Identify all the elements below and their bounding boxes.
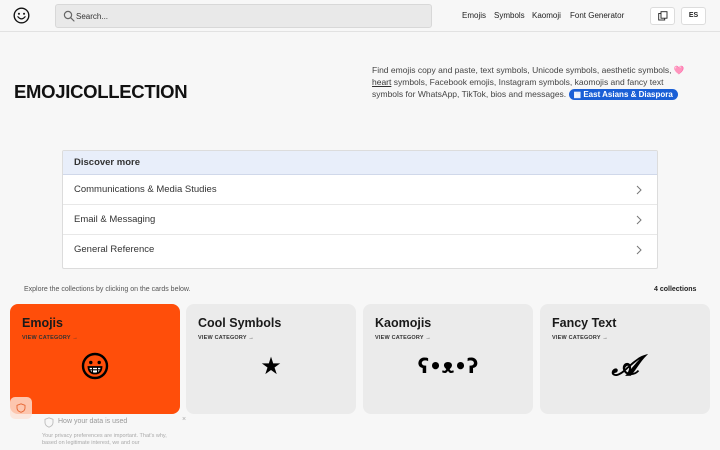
discover-more-title: Discover more	[63, 151, 657, 175]
shield-icon	[16, 403, 26, 413]
card-emojis[interactable]: Emojis VIEW CATEGORY →	[10, 304, 180, 414]
close-icon[interactable]: ×	[182, 416, 186, 423]
discover-item-label: Email & Messaging	[74, 214, 156, 225]
card-title: Kaomojis	[375, 316, 432, 330]
nav-emojis[interactable]: Emojis	[462, 0, 486, 32]
nav-font-generator[interactable]: Font Generator	[570, 0, 624, 32]
discover-more-panel: Discover more Communications & Media Stu…	[62, 150, 658, 269]
smiley-face-icon[interactable]	[13, 7, 30, 24]
card-kaomojis[interactable]: Kaomojis VIEW CATEGORY → ʕ•ᴥ•ʔ	[363, 304, 533, 414]
page-title: EMOJICOLLECTION	[14, 81, 188, 102]
consent-popup: How your data is used × Your privacy pre…	[42, 416, 200, 450]
view-category-link[interactable]: VIEW CATEGORY →	[375, 335, 431, 341]
view-category-link[interactable]: VIEW CATEGORY →	[552, 335, 608, 341]
search-bar[interactable]	[55, 4, 432, 28]
copy-button[interactable]	[650, 7, 675, 25]
search-icon	[63, 10, 75, 22]
nav-kaomoji[interactable]: Kaomoji	[532, 0, 561, 32]
chevron-right-icon	[636, 245, 642, 255]
discover-item[interactable]: Communications & Media Studies	[63, 175, 657, 205]
desc-text-1: Find emojis copy and paste, text symbols…	[372, 65, 674, 75]
consent-title: How your data is used	[58, 418, 128, 425]
card-title: Cool Symbols	[198, 316, 282, 330]
nav-symbols[interactable]: Symbols	[494, 0, 525, 32]
privacy-settings-button[interactable]	[10, 397, 32, 419]
top-header: Emojis Symbols Kaomoji Font Generator ES	[0, 0, 720, 32]
card-glyph: ★	[260, 352, 282, 380]
card-cool-symbols[interactable]: Cool Symbols VIEW CATEGORY → ★	[186, 304, 356, 414]
discover-item-label: Communications & Media Studies	[74, 184, 217, 195]
language-button[interactable]: ES	[681, 7, 706, 25]
hero-description: Find emojis copy and paste, text symbols…	[372, 64, 692, 100]
discover-item-label: General Reference	[74, 244, 155, 255]
search-input[interactable]	[76, 8, 416, 24]
discover-item[interactable]: Email & Messaging	[63, 205, 657, 235]
heart-emoji-icon: 🩷	[673, 65, 685, 75]
copy-icon	[657, 11, 667, 21]
flag-icon: ▦	[573, 90, 584, 99]
chevron-right-icon	[636, 215, 642, 225]
card-title: Fancy Text	[552, 316, 617, 330]
card-fancy-text[interactable]: Fancy Text VIEW CATEGORY → 𝓐	[540, 304, 710, 414]
grinning-face-icon	[10, 348, 180, 384]
chevron-right-icon	[636, 185, 642, 195]
topic-pill[interactable]: ▦ East Asians & Diaspora	[568, 89, 678, 100]
view-category-link[interactable]: VIEW CATEGORY →	[198, 335, 254, 341]
card-glyph: 𝓐	[611, 349, 639, 382]
collections-count: 4 collections	[654, 286, 697, 293]
topic-pill-label: East Asians & Diaspora	[583, 90, 673, 99]
heart-link[interactable]: heart	[372, 77, 391, 87]
view-category-link[interactable]: VIEW CATEGORY →	[22, 335, 78, 341]
explore-hint: Explore the collections by clicking on t…	[24, 286, 191, 293]
card-glyph: ʕ•ᴥ•ʔ	[417, 354, 479, 378]
shield-icon	[44, 417, 54, 428]
card-title: Emojis	[22, 316, 63, 330]
consent-text: Your privacy preferences are important. …	[42, 433, 167, 446]
discover-item[interactable]: General Reference	[63, 235, 657, 265]
